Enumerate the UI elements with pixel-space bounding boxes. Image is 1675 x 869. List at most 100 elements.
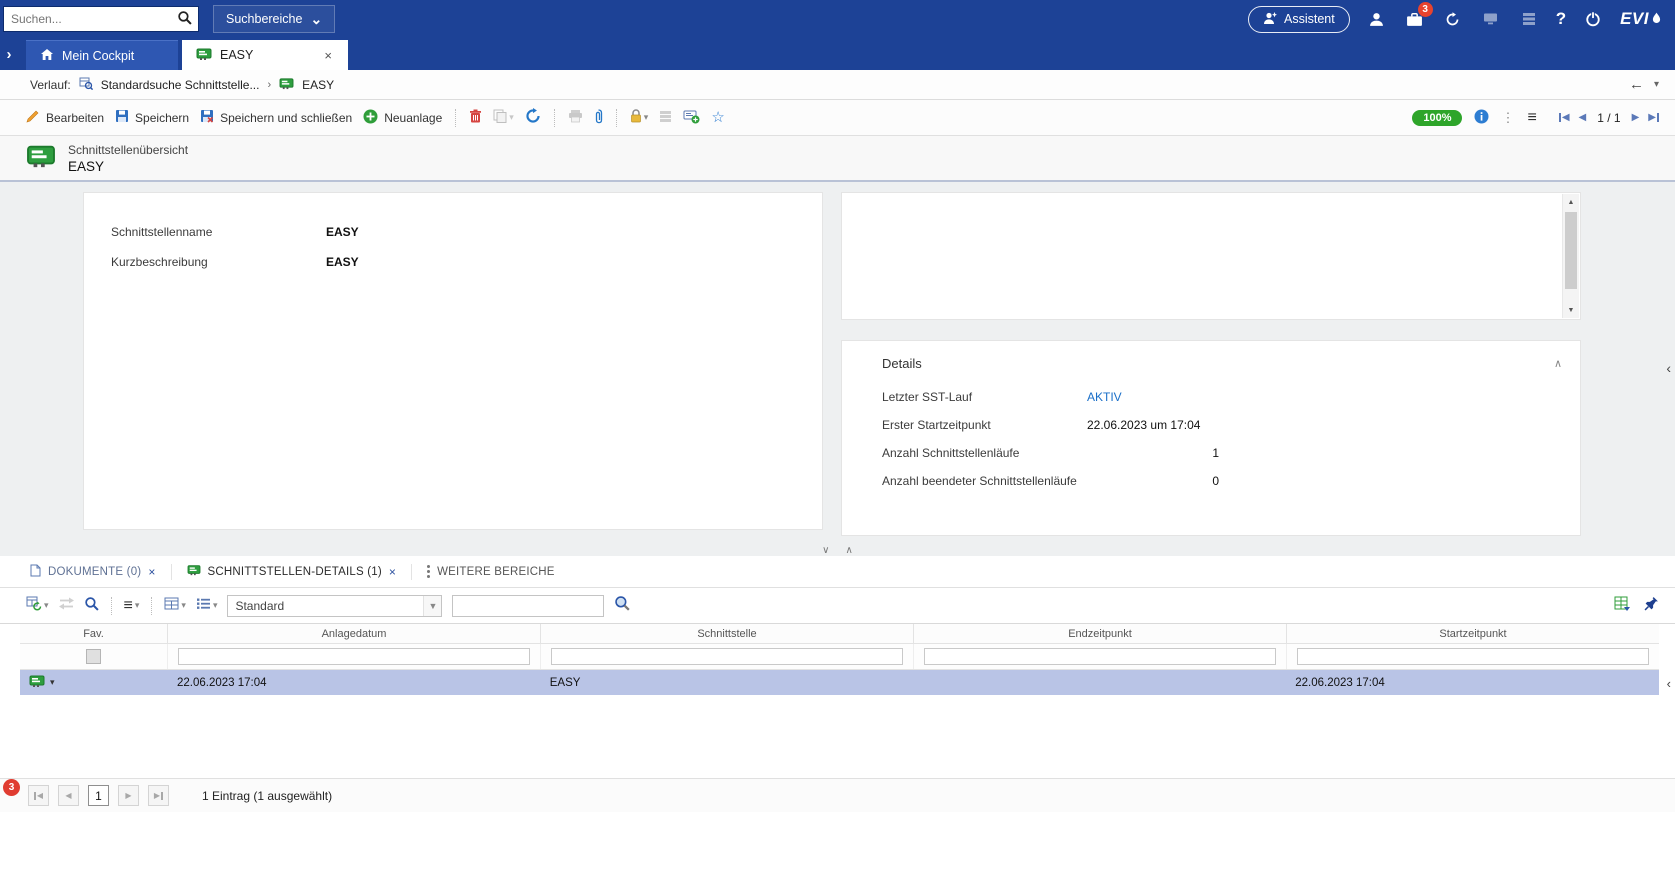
column-header-schnittstelle[interactable]: Schnittstelle bbox=[541, 624, 914, 643]
next-page-button[interactable]: ▶ bbox=[118, 785, 139, 806]
last-record-button[interactable]: ▶ bbox=[1648, 112, 1659, 123]
details-label: Letzter SST-Lauf bbox=[882, 390, 973, 404]
notification-corner-badge[interactable]: 3 bbox=[3, 779, 20, 796]
new-record-button[interactable]: Neuanlage bbox=[363, 109, 442, 127]
delete-button[interactable] bbox=[469, 109, 482, 126]
filter-cell bbox=[914, 644, 1287, 669]
assistant-button[interactable]: Assistent bbox=[1247, 5, 1350, 33]
user-icon[interactable] bbox=[1366, 8, 1388, 30]
column-header-fav[interactable]: Fav. bbox=[20, 624, 168, 643]
attachment-button[interactable] bbox=[594, 108, 603, 127]
tab-schnittstellen-details[interactable]: SCHNITTSTELLEN-DETAILS (1) × bbox=[187, 564, 397, 579]
grid-filter-search-button[interactable] bbox=[614, 595, 631, 616]
reload-grid-button[interactable]: ▾ bbox=[26, 596, 49, 616]
close-icon[interactable]: × bbox=[389, 565, 396, 579]
filter-input-anlagedatum[interactable] bbox=[178, 648, 530, 665]
tab-weitere-bereiche[interactable]: WEITERE BEREICHE bbox=[427, 565, 555, 578]
add-interface-button[interactable] bbox=[683, 109, 700, 127]
sync-icon[interactable] bbox=[1442, 8, 1464, 30]
scrollbar: ▲ ▼ bbox=[1562, 194, 1579, 318]
save-button[interactable]: Speichern bbox=[115, 109, 189, 126]
first-record-button[interactable]: ◀ bbox=[1558, 112, 1570, 123]
current-page-box[interactable]: 1 bbox=[88, 785, 109, 806]
last-page-button[interactable]: ▶ bbox=[148, 785, 169, 806]
app-window: Suchbereiche ⌄ Assistent 3 bbox=[0, 0, 1675, 869]
tab-mein-cockpit[interactable]: Mein Cockpit bbox=[26, 40, 178, 70]
breadcrumb-item[interactable]: Standardsuche Schnittstelle... bbox=[101, 78, 260, 92]
column-header-startzeitpunkt[interactable]: Startzeitpunkt bbox=[1287, 624, 1659, 643]
details-value: 0 bbox=[1212, 474, 1219, 488]
grid-search-button[interactable] bbox=[84, 596, 99, 616]
filter-input-schnittstelle[interactable] bbox=[551, 648, 903, 665]
record-title: EASY bbox=[68, 158, 105, 174]
column-header-endzeitpunkt[interactable]: Endzeitpunkt bbox=[914, 624, 1287, 643]
first-page-button[interactable]: ◀ bbox=[28, 785, 49, 806]
history-controls: ← ▾ bbox=[1629, 76, 1659, 93]
splitter-up-icon[interactable]: ∧ bbox=[846, 545, 853, 556]
print-button[interactable] bbox=[568, 109, 583, 126]
next-record-button[interactable]: ▶ bbox=[1632, 112, 1640, 123]
close-icon[interactable]: × bbox=[148, 565, 155, 579]
form-panel: Schnittstellenname EASY Kurzbeschreibung… bbox=[83, 192, 823, 530]
back-icon[interactable]: ← bbox=[1629, 76, 1644, 93]
tab-label: EASY bbox=[220, 48, 254, 62]
view-select[interactable]: Standard ▼ bbox=[227, 594, 443, 617]
scrollbar-thumb[interactable] bbox=[1565, 212, 1577, 289]
save-close-button[interactable]: Speichern und schließen bbox=[200, 109, 352, 126]
splitter-down-icon[interactable]: ∨ bbox=[822, 545, 829, 556]
power-button[interactable] bbox=[1582, 8, 1604, 30]
favorite-button[interactable]: ☆ bbox=[711, 110, 724, 125]
tab-easy[interactable]: EASY × bbox=[182, 40, 348, 70]
breadcrumb-item[interactable]: EASY bbox=[302, 78, 334, 92]
list-view-button[interactable]: ▾ bbox=[196, 597, 217, 615]
status-link[interactable]: AKTIV bbox=[1087, 390, 1219, 404]
dataset-button[interactable] bbox=[659, 110, 672, 126]
notification-badge: 3 bbox=[1417, 2, 1433, 17]
scroll-down-icon[interactable]: ▼ bbox=[1563, 302, 1579, 318]
search-input[interactable] bbox=[4, 12, 170, 26]
stack-icon bbox=[659, 110, 672, 126]
top-bar: Suchbereiche ⌄ Assistent 3 bbox=[0, 0, 1675, 38]
monitor-icon[interactable] bbox=[1480, 8, 1502, 30]
filter-input-startzeitpunkt[interactable] bbox=[1297, 648, 1649, 665]
tab-dokumente[interactable]: DOKUMENTE (0) × bbox=[30, 564, 156, 580]
grid-menu-button[interactable]: ≡ ▾ bbox=[124, 597, 140, 615]
history-dropdown-icon[interactable]: ▾ bbox=[1654, 79, 1659, 90]
search-scope-button[interactable]: Suchbereiche ⌄ bbox=[213, 5, 336, 33]
inbox-icon[interactable]: 3 bbox=[1404, 2, 1433, 30]
overflow-dots-icon[interactable]: ⋮ bbox=[1501, 110, 1515, 126]
collapse-icon[interactable]: ∧ bbox=[1554, 357, 1562, 370]
close-icon[interactable]: × bbox=[322, 48, 334, 63]
filter-input-endzeitpunkt[interactable] bbox=[924, 648, 1276, 665]
column-header-anlagedatum[interactable]: Anlagedatum bbox=[168, 624, 541, 643]
menu-icon[interactable]: ≡ bbox=[1527, 109, 1536, 127]
table-row[interactable]: ▾ 22.06.2023 17:04 EASY 22.06.2023 17:04 bbox=[20, 670, 1659, 695]
row-menu-icon[interactable]: ▾ bbox=[50, 677, 55, 688]
edit-button[interactable]: Bearbeiten bbox=[26, 109, 104, 126]
refresh-button[interactable] bbox=[525, 108, 541, 127]
grid-filter-input[interactable] bbox=[452, 594, 605, 617]
previous-page-button[interactable]: ◀ bbox=[58, 785, 79, 806]
collapse-grid-panel-icon[interactable]: ‹ bbox=[1667, 676, 1671, 691]
search-button[interactable] bbox=[170, 7, 198, 31]
pin-panel-button[interactable] bbox=[1644, 596, 1659, 616]
collapse-right-panel-icon[interactable]: ‹ bbox=[1666, 360, 1671, 376]
field-label: Kurzbeschreibung bbox=[111, 255, 208, 269]
filter-cell bbox=[1287, 644, 1659, 669]
fav-checkbox[interactable] bbox=[86, 649, 101, 664]
previous-record-button[interactable]: ◀ bbox=[1579, 112, 1587, 123]
card-plus-icon bbox=[683, 109, 700, 127]
info-icon[interactable] bbox=[1474, 109, 1489, 127]
scroll-up-icon[interactable]: ▲ bbox=[1563, 194, 1579, 210]
export-excel-button[interactable] bbox=[1614, 596, 1630, 616]
table-view-button[interactable]: ▾ bbox=[164, 597, 186, 615]
filter-cell-fav bbox=[20, 644, 168, 669]
cell-startzeitpunkt: 22.06.2023 17:04 bbox=[1295, 676, 1385, 689]
splitter-controls: ∨ ∧ bbox=[822, 545, 853, 556]
copy-button[interactable]: ▾ bbox=[493, 109, 514, 126]
server-list-icon[interactable] bbox=[1518, 8, 1540, 30]
help-button[interactable]: ? bbox=[1556, 9, 1566, 29]
lock-button[interactable]: ▾ bbox=[630, 109, 648, 126]
transfer-button[interactable] bbox=[58, 597, 74, 615]
panel-expander-icon[interactable]: › bbox=[0, 47, 18, 62]
